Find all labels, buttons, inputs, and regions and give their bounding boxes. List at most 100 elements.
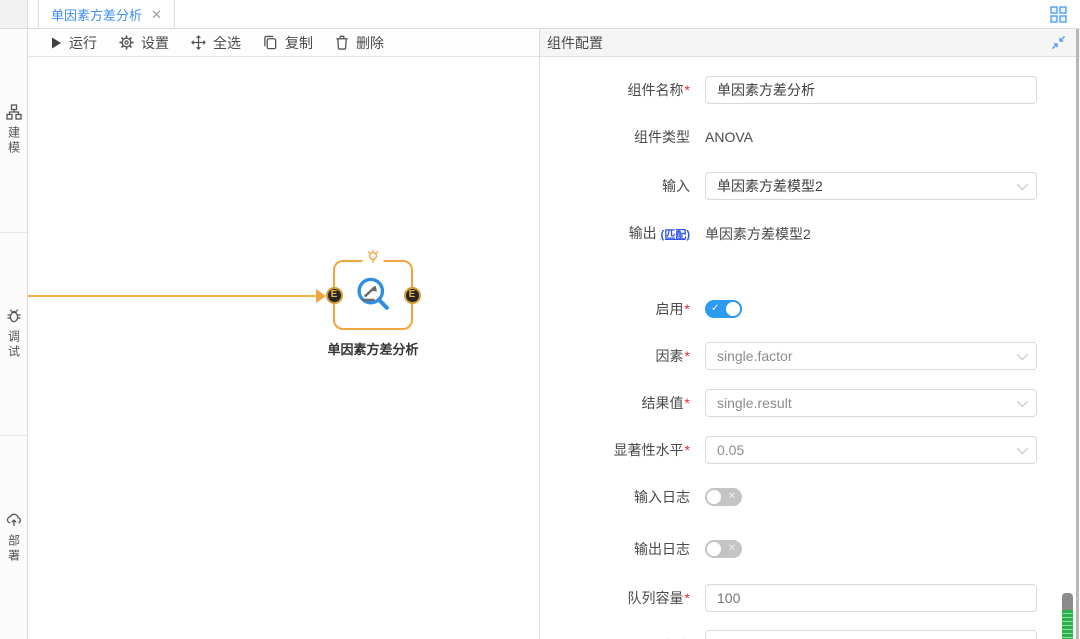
significance-label: 显著性水平: [614, 442, 684, 458]
chevron-down-icon: [1017, 349, 1028, 360]
significance-select-value: 0.05: [717, 442, 744, 458]
tab-anova[interactable]: 单因素方差分析 ✕: [38, 0, 175, 28]
field-row-input-log: 输入日志 ✕: [540, 483, 1037, 511]
run-label: 运行: [69, 33, 97, 53]
connection-line: [28, 295, 317, 297]
vertical-scrollbar[interactable]: [1076, 29, 1079, 639]
significance-select[interactable]: 0.05: [705, 436, 1037, 464]
cross-icon: ✕: [728, 540, 736, 558]
field-row-queue: 队列容量*: [540, 584, 1037, 612]
input-log-toggle[interactable]: ✕: [705, 488, 742, 506]
apps-grid-button[interactable]: [1044, 0, 1072, 28]
factor-select[interactable]: single.factor: [705, 342, 1037, 370]
move-crosshair-icon: [191, 35, 206, 50]
flow-canvas[interactable]: E E 单因素方差分析: [28, 57, 539, 639]
input-port[interactable]: E: [326, 287, 343, 304]
remark-textarea[interactable]: [705, 630, 1037, 639]
field-row-result: 结果值* single.result: [540, 389, 1037, 417]
indicator-green-bars: [1062, 610, 1073, 639]
name-label: 组件名称: [628, 82, 684, 98]
collapse-panel-button[interactable]: [1051, 35, 1066, 50]
anova-node[interactable]: E E: [333, 260, 413, 330]
config-panel-header: 组件配置: [540, 29, 1080, 57]
sidebar-item-deploy[interactable]: 部署: [0, 436, 27, 639]
field-row-output-log: 输出日志 ✕: [540, 535, 1037, 563]
deploy-cloud-upload-icon: [6, 512, 22, 528]
tab-label: 单因素方差分析: [51, 5, 142, 24]
output-value: 单因素方差模型2: [705, 224, 811, 244]
debug-bug-icon: [6, 308, 22, 324]
field-row-remark: 备注: [540, 630, 1037, 639]
input-select-value: 单因素方差模型2: [717, 176, 823, 196]
run-button[interactable]: 运行: [40, 29, 108, 56]
status-indicator: [1062, 593, 1073, 639]
field-row-factor: 因素* single.factor: [540, 342, 1037, 370]
toggle-knob: [707, 542, 721, 556]
copy-label: 复制: [285, 33, 313, 53]
check-icon: ✓: [711, 300, 719, 318]
copy-icon: [263, 35, 278, 50]
work-area: 运行 设置 全选: [28, 29, 540, 639]
chevron-down-icon: [1017, 396, 1028, 407]
input-port-letter: E: [331, 290, 338, 300]
modeling-nodes-icon: [6, 104, 22, 120]
canvas-toolbar: 运行 设置 全选: [28, 29, 539, 57]
required-asterisk: *: [685, 442, 690, 458]
input-log-label: 输入日志: [634, 489, 690, 505]
indicator-cap: [1062, 593, 1073, 610]
field-row-input: 输入 单因素方差模型2: [540, 172, 1037, 200]
input-label: 输入: [662, 178, 690, 194]
chevron-down-icon: [1017, 179, 1028, 190]
output-label: 输出: [629, 225, 657, 241]
tab-bar-spacer: [175, 0, 1044, 28]
field-row-type: 组件类型 ANOVA: [540, 123, 1037, 151]
select-all-button[interactable]: 全选: [180, 29, 252, 56]
copy-button[interactable]: 复制: [252, 29, 324, 56]
connection-arrowhead-icon: [316, 289, 326, 303]
required-asterisk: *: [685, 590, 690, 606]
config-form: 组件名称* 组件类型 ANOVA 输入 单因素方差模型2: [540, 57, 1080, 639]
queue-label: 队列容量: [628, 590, 684, 606]
gear-icon: [119, 35, 134, 50]
result-select[interactable]: single.result: [705, 389, 1037, 417]
app-window: 单因素方差分析 ✕ 建模: [0, 0, 1080, 639]
queue-capacity-input[interactable]: [705, 584, 1037, 612]
enabled-label: 启用: [656, 301, 684, 317]
delete-button[interactable]: 删除: [324, 29, 395, 56]
field-row-output: 输出 (匹配) 单因素方差模型2: [540, 219, 1037, 249]
chevron-down-icon: [1017, 443, 1028, 454]
settings-button[interactable]: 设置: [108, 29, 180, 56]
required-asterisk: *: [685, 82, 690, 98]
collapse-arrows-icon: [1051, 35, 1066, 50]
play-icon: [51, 37, 62, 49]
config-panel-title: 组件配置: [547, 33, 603, 53]
tab-bar: 单因素方差分析 ✕: [0, 0, 1080, 29]
required-asterisk: *: [685, 348, 690, 364]
enabled-toggle[interactable]: ✓: [705, 300, 742, 318]
sidebar-label-deploy: 部署: [8, 534, 20, 564]
input-select[interactable]: 单因素方差模型2: [705, 172, 1037, 200]
settings-label: 设置: [141, 33, 169, 53]
output-port[interactable]: E: [404, 287, 421, 304]
output-port-letter: E: [409, 290, 416, 300]
result-select-value: single.result: [717, 395, 792, 411]
sidebar-item-debug[interactable]: 调试: [0, 233, 27, 437]
sidebar-label-modeling: 建模: [8, 126, 20, 156]
component-name-input[interactable]: [705, 76, 1037, 104]
tab-bar-corner: [0, 0, 28, 28]
required-asterisk: *: [685, 301, 690, 317]
output-log-label: 输出日志: [634, 541, 690, 557]
factor-select-value: single.factor: [717, 348, 792, 364]
match-link[interactable]: (匹配): [661, 229, 690, 241]
tab-close-icon[interactable]: ✕: [151, 8, 162, 21]
field-row-significance: 显著性水平* 0.05: [540, 436, 1037, 464]
component-type-value: ANOVA: [705, 129, 753, 145]
required-asterisk: *: [685, 395, 690, 411]
sidebar-item-modeling[interactable]: 建模: [0, 29, 27, 233]
config-panel: 组件配置 组件名称* 组件类型 ANOVA 输入: [540, 29, 1080, 639]
result-label: 结果值: [642, 395, 684, 411]
left-sidebar: 建模 调试 部署: [0, 29, 28, 639]
toggle-knob: [726, 302, 740, 316]
output-log-toggle[interactable]: ✕: [705, 540, 742, 558]
toggle-knob: [707, 490, 721, 504]
